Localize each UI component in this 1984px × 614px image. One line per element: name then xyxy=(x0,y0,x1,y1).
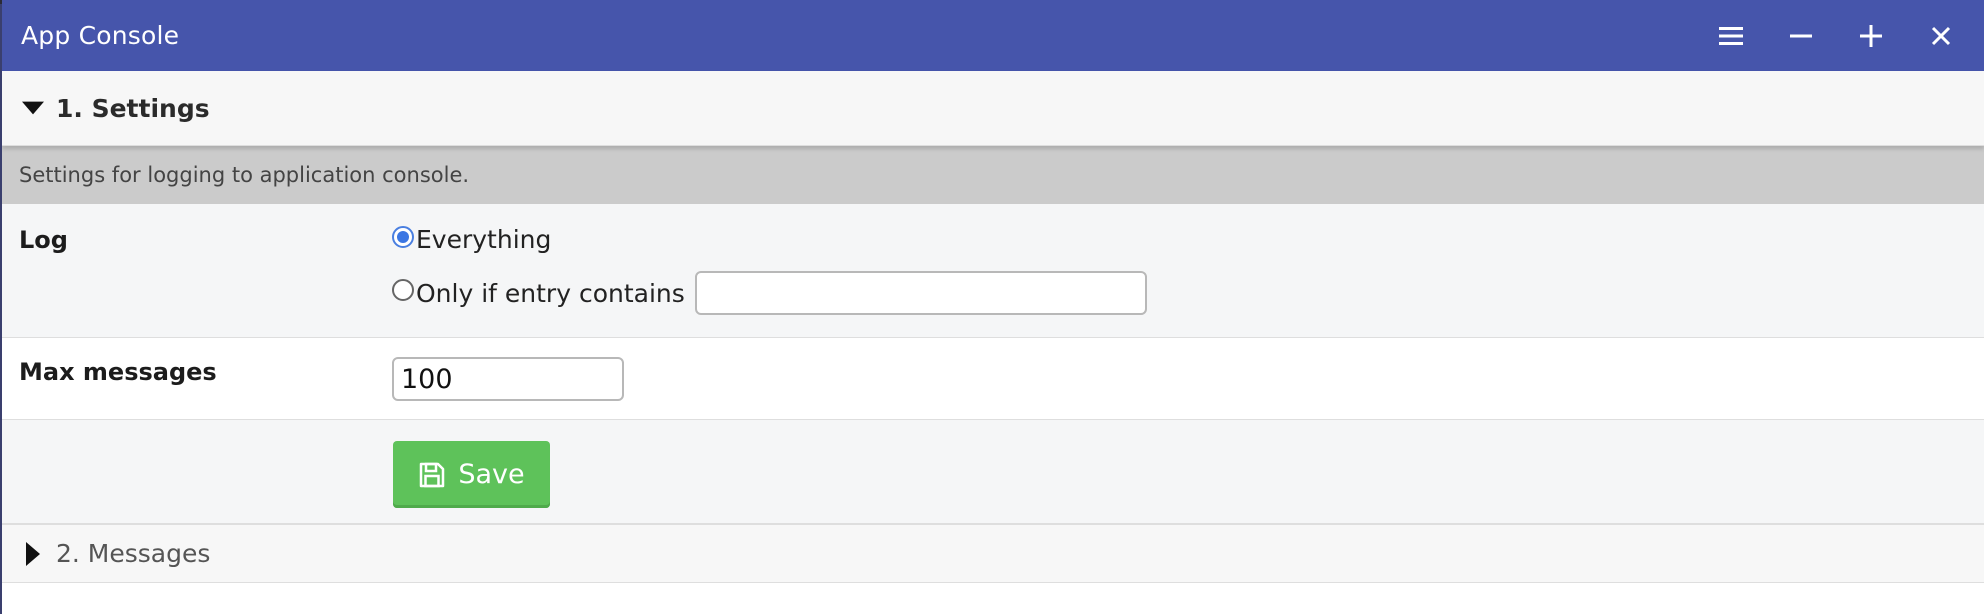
minimize-icon xyxy=(1790,34,1812,37)
maximize-icon xyxy=(1860,24,1882,47)
triangle-right-icon xyxy=(22,541,44,566)
close-icon xyxy=(1931,26,1951,45)
floppy-disk-icon xyxy=(420,462,445,487)
close-button[interactable] xyxy=(1906,0,1976,71)
max-messages-input[interactable]: 100 xyxy=(392,357,624,401)
app-console-window: App Console 1. Settings Settings for log… xyxy=(2,0,1984,614)
minimize-button[interactable] xyxy=(1766,0,1836,71)
window-title: App Console xyxy=(21,21,180,50)
window-controls xyxy=(1696,0,1984,71)
max-messages-row: Max messages 100 xyxy=(2,338,1984,420)
save-field: Save xyxy=(375,420,1984,523)
save-row: Save xyxy=(2,420,1984,524)
contains-label[interactable]: Only if entry contains xyxy=(416,279,685,308)
window-titlebar[interactable]: App Console xyxy=(2,0,1984,71)
log-option-contains: Only if entry contains xyxy=(375,271,1984,315)
section-header-messages[interactable]: 2. Messages xyxy=(2,524,1984,583)
log-label: Log xyxy=(19,226,68,254)
log-options: Everything Only if entry contains xyxy=(375,204,1984,337)
max-messages-label: Max messages xyxy=(19,358,217,386)
save-button[interactable]: Save xyxy=(393,441,550,508)
log-row: Log Everything Only if entry contains xyxy=(2,204,1984,338)
menu-button[interactable] xyxy=(1696,0,1766,71)
save-label: Save xyxy=(458,459,525,490)
maximize-button[interactable] xyxy=(1836,0,1906,71)
everything-label[interactable]: Everything xyxy=(416,225,551,254)
section-header-settings[interactable]: 1. Settings xyxy=(2,71,1984,146)
contains-radio[interactable] xyxy=(392,279,414,301)
contains-filter-input[interactable] xyxy=(694,271,1147,315)
save-row-spacer xyxy=(2,420,375,523)
everything-radio[interactable] xyxy=(392,225,414,248)
settings-description: Settings for logging to application cons… xyxy=(2,146,1984,204)
log-option-everything: Everything xyxy=(375,225,1984,254)
section-title-settings: 1. Settings xyxy=(56,93,210,123)
menu-icon xyxy=(1719,26,1743,45)
triangle-down-icon xyxy=(22,101,44,115)
section-title-messages: 2. Messages xyxy=(56,539,211,568)
max-messages-field: 100 xyxy=(375,338,1984,419)
